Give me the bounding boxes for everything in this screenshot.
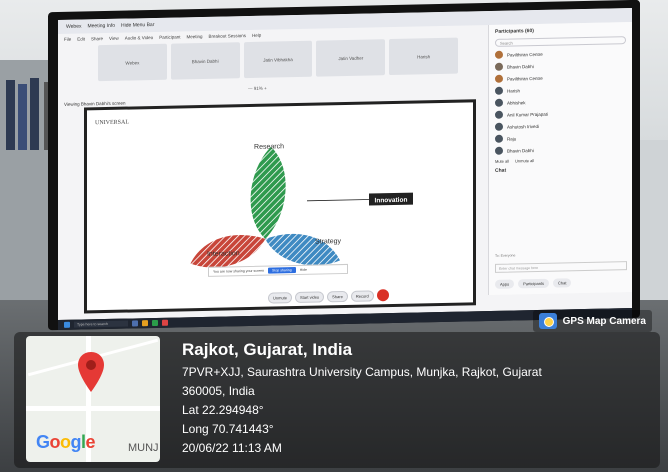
- longitude: Long 70.741443°: [182, 422, 274, 436]
- apps-button[interactable]: Apps: [495, 279, 515, 289]
- binder: [30, 78, 39, 150]
- unmute-button[interactable]: Unmute: [268, 291, 293, 304]
- avatar: [495, 122, 503, 131]
- location-map: Google MUNJ: [26, 336, 160, 462]
- chat-input[interactable]: Enter chat message here: [495, 261, 627, 273]
- menu-participant[interactable]: Participant: [159, 34, 180, 39]
- label-interaction: Interaction: [207, 250, 240, 258]
- gps-camera-icon: [538, 313, 557, 329]
- menu-meeting[interactable]: Meeting: [186, 33, 202, 38]
- start-video-button[interactable]: Start video: [295, 290, 325, 303]
- participant-name: Harish: [507, 87, 521, 94]
- taskbar-app-icon[interactable]: [151, 319, 158, 327]
- taskbar-app-icon[interactable]: [141, 320, 148, 327]
- participant-name: Pavilthiran Centre: [507, 75, 543, 82]
- menu-breakout[interactable]: Breakout Sessions: [208, 33, 246, 39]
- avatar: [495, 86, 503, 95]
- chat-to[interactable]: To: Everyone: [489, 252, 521, 261]
- sharing-text: You are now sharing your screen: [213, 268, 265, 274]
- avatar: [495, 134, 503, 143]
- avatar: [495, 74, 503, 83]
- panel-buttons: Apps Participants Chat: [495, 278, 572, 289]
- chat-message: [489, 191, 632, 202]
- share-button[interactable]: Share: [327, 290, 348, 302]
- taskbar-search[interactable]: Type here to search: [74, 320, 128, 328]
- location-city: Rajkot, Gujarat, India: [182, 340, 353, 359]
- research-leaf: [250, 146, 286, 239]
- label-research: Research: [254, 143, 284, 151]
- address-line-2: 360005, India: [182, 384, 255, 398]
- map-place-label: MUNJ: [128, 442, 159, 454]
- chat-button[interactable]: Chat: [553, 278, 572, 288]
- end-call-button[interactable]: [376, 289, 389, 302]
- venn-diagram: UNIVERSAL Research Interaction Strategy …: [95, 120, 413, 268]
- video-tiles: Webex Bhavin Dabhi Jatin Vibhakha Jatin …: [98, 37, 458, 82]
- label-innovation: Innovation: [375, 197, 408, 205]
- record-button[interactable]: Record: [350, 289, 374, 302]
- zoom-control[interactable]: — 91% +: [248, 86, 267, 91]
- participant-item[interactable]: Bhavin Dabhi: [495, 142, 626, 157]
- avatar: [495, 98, 503, 107]
- map-road: [26, 406, 160, 411]
- latitude: Lat 22.294948°: [182, 403, 264, 417]
- participant-name: Ashutosh trivedi: [507, 123, 540, 130]
- menu-help[interactable]: Help: [252, 32, 261, 37]
- video-tile[interactable]: Jatin Vibhakha: [243, 40, 313, 79]
- gps-app-name: GPS Map Camera: [562, 315, 646, 327]
- gps-details: Rajkot, Gujarat, India 7PVR+XJJ, Saurash…: [182, 340, 542, 458]
- monitor-screen: Webex Meeting Info Hide Menu Bar File Ed…: [58, 7, 632, 321]
- map-pin-icon: [78, 352, 104, 392]
- binder: [6, 80, 15, 150]
- avatar: [495, 110, 503, 119]
- gps-app-label: GPS Map Camera: [532, 310, 652, 332]
- participants-panel: Participants (60) Search Pavilthiran Cen…: [488, 21, 632, 296]
- label-strategy: Strategy: [315, 238, 342, 246]
- meeting-info-tab[interactable]: Meeting Info: [87, 23, 115, 30]
- menu-audio-video[interactable]: Audio & Video: [125, 35, 153, 41]
- taskbar-app-icon[interactable]: [161, 319, 168, 326]
- participant-name: Bhavin Dabhi: [507, 63, 534, 70]
- video-tile[interactable]: Harish: [389, 37, 458, 76]
- address-line-1: 7PVR+XJJ, Saurashtra University Campus, …: [182, 365, 542, 379]
- photo-scene: Webex Meeting Info Hide Menu Bar File Ed…: [0, 0, 668, 472]
- participants-button[interactable]: Participants: [518, 278, 550, 289]
- shared-slide-frame: UNIVERSAL Research Interaction Strategy …: [84, 99, 476, 314]
- participant-name: Abhishek: [507, 99, 526, 106]
- menu-view[interactable]: View: [109, 35, 119, 40]
- stop-sharing-button[interactable]: Stop sharing: [268, 267, 296, 274]
- slide-logo: UNIVERSAL: [95, 120, 129, 127]
- google-logo: Google: [36, 432, 96, 452]
- participant-name: Bhavin Dabhi: [507, 147, 534, 154]
- menu-share[interactable]: Share: [91, 36, 103, 41]
- video-tile[interactable]: Bhavin Dabhi: [170, 42, 240, 80]
- taskbar-app-icon[interactable]: [131, 320, 138, 327]
- binder: [18, 84, 27, 150]
- unmute-all-button[interactable]: Unmute all: [515, 158, 534, 163]
- windows-start-icon[interactable]: [64, 321, 70, 328]
- datetime: 20/06/22 11:13 AM: [182, 441, 282, 455]
- mute-all-button[interactable]: Mute all: [495, 159, 509, 164]
- avatar: [495, 146, 503, 155]
- shared-slide: UNIVERSAL Research Interaction Strategy …: [87, 102, 473, 311]
- menu-edit[interactable]: Edit: [77, 36, 85, 41]
- avatar: [495, 62, 503, 71]
- participants-list: Pavilthiran Centre Bhavin Dabhi Pavilthi…: [489, 44, 632, 159]
- participant-name: Anil Kumar Prajapati: [507, 111, 549, 118]
- participant-name: Pavilthiran Centre: [507, 51, 543, 58]
- hide-button[interactable]: Hide: [300, 268, 307, 272]
- participant-name: Raju: [507, 135, 517, 142]
- webex-tab[interactable]: Webex: [66, 24, 81, 30]
- menu-file[interactable]: File: [64, 36, 71, 41]
- video-tile[interactable]: Jatin Vadher: [316, 39, 386, 77]
- avatar: [495, 50, 503, 59]
- hide-menu-bar-tab[interactable]: Hide Menu Bar: [121, 22, 154, 29]
- video-tile[interactable]: Webex: [98, 43, 167, 82]
- arrow-line: [307, 199, 369, 202]
